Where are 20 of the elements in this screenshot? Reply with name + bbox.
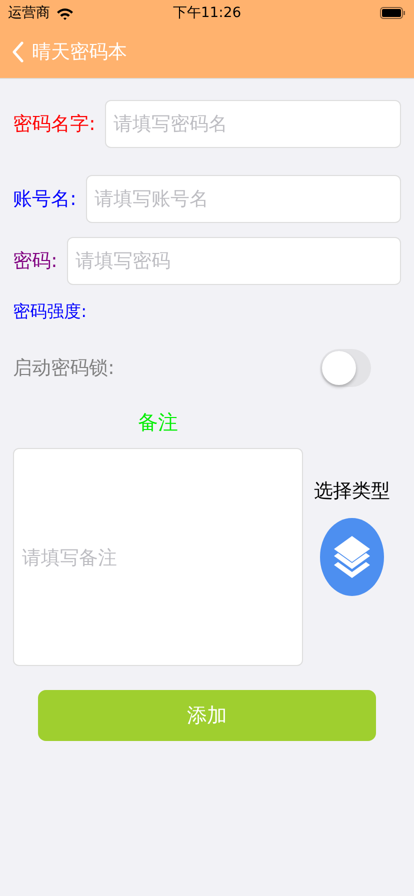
chevron-left-icon: [12, 41, 24, 63]
note-title: 备注: [138, 409, 178, 436]
field-label: 密码:: [13, 249, 58, 274]
add-button[interactable]: 添加: [38, 690, 376, 741]
layers-icon: [332, 534, 372, 580]
field-label: 账号名:: [13, 187, 76, 212]
note-field[interactable]: 请填写备注: [13, 448, 303, 666]
back-button[interactable]: 晴天密码本: [12, 39, 127, 65]
input-field[interactable]: 请填写密码名: [105, 100, 401, 148]
lock-label: 启动密码锁:: [13, 356, 114, 381]
strength-label: 密码强度:: [13, 301, 88, 323]
input-field[interactable]: 请填写账号名: [86, 175, 401, 223]
lock-toggle[interactable]: [320, 349, 371, 387]
wifi-icon: [56, 6, 74, 20]
input-field[interactable]: 请填写密码: [67, 237, 401, 285]
status-time: 下午11:26: [172, 4, 242, 22]
field-label: 密码名字:: [13, 112, 96, 137]
carrier-name: 运营商: [8, 4, 50, 22]
battery-icon: [380, 7, 406, 19]
type-label: 选择类型: [314, 479, 390, 504]
